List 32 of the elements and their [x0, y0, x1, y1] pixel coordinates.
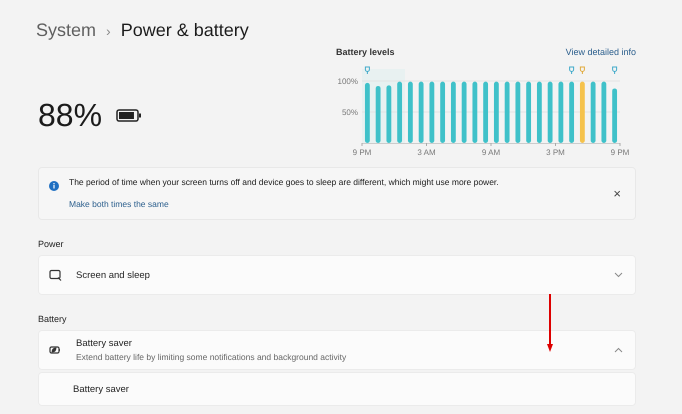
section-heading: Battery	[38, 314, 68, 324]
close-button[interactable]: ×	[611, 186, 623, 200]
axis-label: 100%	[338, 77, 358, 86]
settings-row[interactable]: Screen and sleep	[38, 255, 636, 295]
info-icon	[49, 181, 59, 191]
chart-title: Battery levels	[336, 47, 395, 57]
notice-message: The period of time when your screen turns off and device goes to sleep are different, which might use more power.	[69, 177, 500, 187]
axis-label: 9 PM	[352, 148, 372, 157]
notice-action-link[interactable]: Make both times the same	[69, 199, 602, 209]
axis-label: 9 AM	[482, 148, 500, 157]
breadcrumb-link[interactable]: System	[36, 20, 96, 41]
monitor-icon	[49, 269, 62, 281]
battery-leaf-icon	[49, 344, 62, 356]
axis-label: 50%	[342, 108, 358, 117]
chevron-icon[interactable]	[614, 347, 623, 353]
battery-percentage: 88%	[38, 96, 102, 134]
row-title: Screen and sleep	[76, 270, 151, 280]
page-title: Power & battery	[120, 20, 249, 41]
row-title: Battery saver	[76, 338, 133, 349]
axis-label: 9 PM	[610, 148, 630, 157]
chevron-icon[interactable]	[614, 272, 623, 278]
breadcrumb-separator: ›	[106, 22, 111, 38]
battery-icon	[116, 108, 142, 122]
settings-row[interactable]: Battery saver	[38, 372, 636, 406]
axis-label: 3 AM	[417, 148, 436, 157]
axis-label: 3 PM	[546, 148, 565, 157]
row-title: Battery saver	[73, 384, 130, 394]
settings-row[interactable]: Battery saver Extend battery life by limiting some notifications and background activity	[38, 330, 636, 370]
pointer-arrow	[547, 294, 553, 354]
section-heading: Power	[38, 239, 65, 249]
view-details-link[interactable]: View detailed info	[566, 47, 636, 57]
row-description: Extend battery life by limiting some notifications and background activity	[76, 352, 348, 362]
